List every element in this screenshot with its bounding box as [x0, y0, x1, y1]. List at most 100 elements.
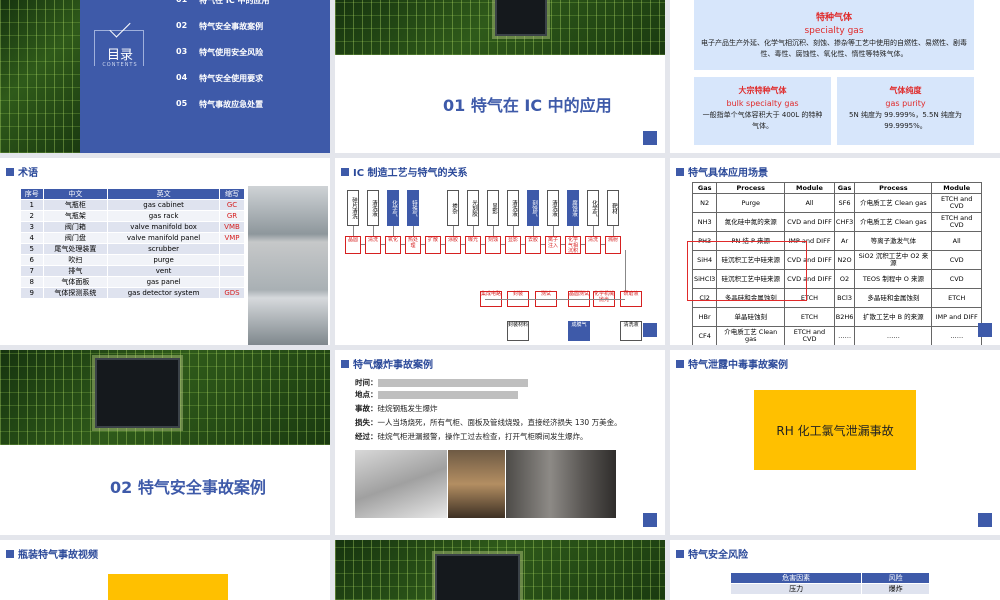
slide-header: 特气泄露中毒事故案例 [676, 356, 788, 371]
circuit-image [0, 350, 330, 445]
column-header: 缩写 [218, 188, 246, 200]
toc-item-label: 特气在 IC 中的应用 [199, 0, 270, 5]
table-cell [218, 254, 246, 266]
risk-table: 危害因素 风险 压力 爆炸 [729, 572, 930, 595]
table-cell: …… [833, 326, 856, 345]
column-header: 中文 [42, 188, 109, 200]
video-placeholder[interactable] [108, 574, 228, 600]
table-cell: 介电质工艺 Clean gas [854, 212, 933, 232]
table-cell: 气体探测系统 [42, 287, 109, 299]
specialty-desc: 电子产品生产外延、化学气相沉积、刻蚀、掺杂等工艺中使用的自燃性、易燃性、剧毒性、… [701, 39, 967, 58]
table-row: 4 阀门盘 valve manifold panel VMP [20, 232, 246, 244]
table-row: CF4 介电质工艺 Clean gas ETCH and CVD……………… [691, 326, 982, 345]
slide-terms[interactable]: 术语 序号 中文 英文 缩写 1 气瓶柜 gas cabinet GC 2 气瓶架 gas rac… [0, 158, 330, 345]
circuit-image [335, 540, 665, 600]
slide-section-02[interactable]: 02 特气安全事故案例 [0, 350, 330, 535]
table-row: 7 排气 vent [20, 265, 246, 277]
column-header: 英文 [107, 188, 220, 200]
material-box: 清洗液 [547, 190, 559, 226]
header-label: 特气爆炸事故案例 [353, 360, 433, 371]
bulk-title: 大宗特种气体 [738, 86, 787, 95]
table-cell [218, 276, 246, 288]
table-cell: 介电质工艺 Clean gas [716, 326, 786, 345]
table-cell: …… [931, 326, 982, 345]
toc-item-number: 03 [176, 47, 188, 56]
table-cell: 介电质工艺 Clean gas [854, 193, 933, 213]
toc-panel: 目录 CONTENTS 01 特气在 IC 中的应用 02 特气安全事故案例 03 特气使… [80, 0, 330, 153]
table-cell: 阀门箱 [42, 221, 109, 233]
column-header: Gas [691, 182, 718, 194]
connector-line [593, 226, 594, 236]
connector-line [413, 226, 414, 236]
table-cell: 多晶硅和金属蚀刻 [854, 288, 933, 308]
material-box: 显影 [487, 190, 499, 226]
slide-specialty-gas[interactable]: 特种气体 specialty gas 电子产品生产外延、化学气相沉积、刻蚀、掺杂… [670, 0, 1000, 153]
slide-application[interactable]: 特气具体应用场景 Gas Process Module Gas Process Modul… [670, 158, 1000, 345]
loss-text: 一人当场烧死，所有气柜、面板及管线烧毁，直接经济损失 130 万美金。 [377, 418, 622, 427]
slide-explosion[interactable]: 特气爆炸事故案例 时间： 地点： 事故：硅烷钢瓶发生爆炸 损失：一人当场烧死，所… [335, 350, 665, 535]
table-cell: VMB [218, 221, 246, 233]
connector-line [533, 226, 534, 236]
table-cell: 排气 [42, 265, 109, 277]
fire-photo [448, 450, 505, 518]
slide-risk[interactable]: 特气安全风险 危害因素 风险 压力 爆炸 [670, 540, 1000, 600]
material-box: 化学气 [587, 190, 599, 226]
table-cell: 爆炸 [861, 583, 930, 595]
leak-case-box: RH 化工氯气泄漏事故 [754, 390, 916, 470]
corner-square [643, 323, 657, 337]
slide-leak[interactable]: 特气泄露中毒事故案例 RH 化工氯气泄漏事故 [670, 350, 1000, 535]
section-title: 01 特气在 IC 中的应用 [443, 96, 612, 115]
table-cell: ETCH [931, 288, 982, 308]
table-cell: 气瓶柜 [42, 199, 109, 211]
table-cell: 8 [20, 276, 44, 288]
redacted-bar [377, 391, 518, 399]
table-cell: All [784, 193, 835, 213]
slide-header: 特气安全风险 [676, 546, 748, 561]
table-row: HBr 单晶硅蚀刻 ETCH B2H6 扩散工艺中 B 的来源 IMP and DIFF [691, 307, 982, 327]
toc-item[interactable]: 03 特气使用安全风险 [176, 47, 263, 58]
process-step: 氧化 [385, 236, 401, 254]
process-step: 清洗 [585, 236, 601, 254]
header-label: 特气泄露中毒事故案例 [688, 360, 788, 371]
toc-item[interactable]: 05 特气事故应急处置 [176, 99, 263, 110]
table-cell: NH3 [691, 212, 718, 232]
process-step: 晶圆 [345, 236, 361, 254]
table-row: 3 阀门箱 valve manifold box VMB [20, 221, 246, 233]
toc-item-label: 特气事故应急处置 [199, 100, 264, 109]
slide-toc[interactable]: 目录 CONTENTS 01 特气在 IC 中的应用 02 特气安全事故案例 03 特气使… [0, 0, 330, 153]
table-cell: ETCH and CVD [931, 212, 982, 232]
cause-label: 经过： [355, 432, 378, 441]
table-cell: GC [218, 199, 246, 211]
slide-header: 特气具体应用场景 [676, 164, 768, 179]
table-cell: 9 [20, 287, 44, 299]
slide-cover[interactable] [335, 540, 665, 600]
slide-section-01[interactable]: 01 特气在 IC 中的应用 [335, 0, 665, 153]
table-cell: CVD and DIFF [784, 212, 835, 232]
time-row: 时间： [355, 378, 528, 389]
event-text: 硅烷钢瓶发生爆炸 [377, 404, 438, 413]
table-cell: 5 [20, 243, 44, 255]
highlight-box [687, 241, 807, 301]
process-step: 溅射 [605, 236, 621, 254]
column-header: Process [854, 182, 933, 194]
damage-photo [506, 450, 616, 518]
table-cell: 尾气处理装置 [42, 243, 109, 255]
table-cell: 单晶硅蚀刻 [716, 307, 786, 327]
table-row: N2 Purge All SF6 介电质工艺 Clean gas ETCH and CVD [691, 193, 982, 213]
table-cell: 等离子激发气体 [854, 231, 933, 251]
material-box: 靶材 [607, 190, 619, 226]
redacted-bar [377, 379, 528, 387]
specialty-subtitle: specialty gas [804, 26, 864, 36]
leak-case-label: RH 化工氯气泄漏事故 [776, 423, 894, 438]
table-cell: GR [218, 210, 246, 222]
table-row: 2 气瓶架 gas rack GR [20, 210, 246, 222]
header-label: 特气具体应用场景 [688, 168, 768, 179]
chip-image [495, 0, 547, 36]
slide-video[interactable]: 瓶装特气事故视频 [0, 540, 330, 600]
toc-item[interactable]: 04 特气安全使用要求 [176, 73, 263, 84]
table-cell: scrubber [107, 243, 220, 255]
table-row: 5 尾气处理装置 scrubber [20, 243, 246, 255]
slide-process[interactable]: IC 制造工艺与特气的关系 硅片清洗 清洗液 化学气 特殊气 掺杂 光刻胶 显影 清洗液 刻蚀气… [335, 158, 665, 345]
toc-item[interactable]: 01 特气在 IC 中的应用 [176, 0, 270, 6]
toc-item[interactable]: 02 特气安全事故案例 [176, 21, 263, 32]
